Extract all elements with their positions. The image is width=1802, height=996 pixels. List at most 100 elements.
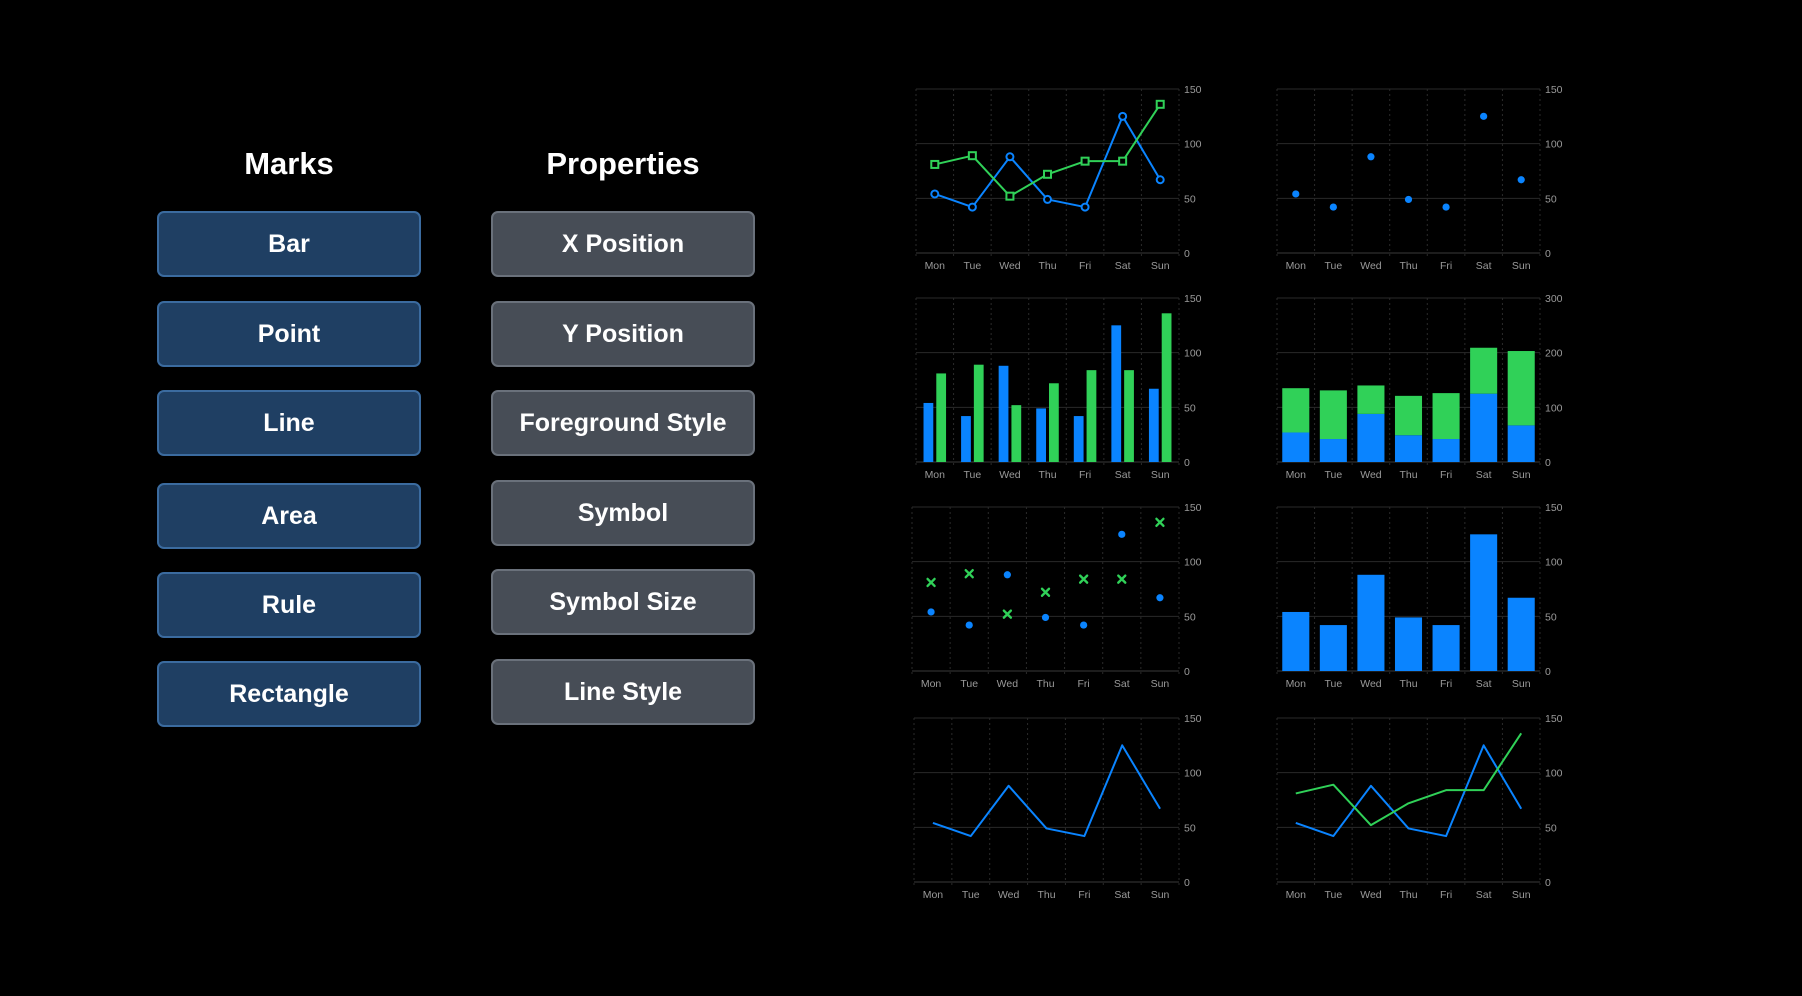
point: [1080, 621, 1088, 629]
x-tick-label: Thu: [1036, 678, 1054, 690]
y-tick-label: 150: [1184, 713, 1202, 725]
y-tick-label: 50: [1545, 193, 1557, 205]
point: [1043, 194, 1052, 204]
x-tick-label: Sat: [1476, 260, 1492, 272]
x-tick-label: Sun: [1512, 260, 1531, 272]
mark-area-button[interactable]: Area: [157, 483, 421, 549]
point: [1040, 587, 1051, 597]
property-foreground-style-button[interactable]: Foreground Style: [491, 390, 755, 456]
chart-bar-stacked: 0 100 200 300 Mon Tue Wed Thu Fri Sat Sun: [1276, 293, 1563, 481]
x-tick-label: Mon: [925, 469, 946, 481]
mark-line-button[interactable]: Line: [157, 390, 421, 456]
bar: [1124, 370, 1134, 462]
y-tick-label: 100: [1184, 557, 1202, 569]
bar: [1049, 383, 1059, 462]
y-tick-label: 150: [1184, 293, 1202, 305]
y-tick-label: 0: [1545, 877, 1551, 889]
point: [1043, 169, 1052, 179]
point: [1041, 613, 1050, 622]
x-tick-label: Tue: [960, 678, 978, 690]
point: [1118, 111, 1128, 121]
y-tick-label: 100: [1545, 768, 1563, 780]
bar: [1432, 625, 1460, 671]
point: [926, 577, 936, 588]
point: [1118, 530, 1126, 538]
point: [965, 621, 973, 629]
x-tick-label: Thu: [1037, 889, 1055, 901]
x-tick-label: Sat: [1476, 889, 1492, 901]
mark-rectangle-button[interactable]: Rectangle: [157, 661, 421, 727]
bar: [1470, 393, 1498, 462]
x-tick-label: Thu: [1038, 260, 1056, 272]
x-tick-label: Sat: [1476, 678, 1492, 690]
x-tick-label: Thu: [1399, 469, 1417, 481]
point: [1117, 574, 1127, 584]
y-tick-label: 0: [1545, 457, 1551, 469]
properties-heading: Properties: [546, 146, 700, 181]
y-tick-label: 150: [1184, 502, 1202, 514]
chart-bar-single-series: 0 50 100 150 Mon Tue Wed Thu Fri Sat Sun: [1276, 502, 1563, 690]
mark-point-button[interactable]: Point: [157, 301, 421, 367]
x-tick-label: Fri: [1079, 469, 1091, 481]
y-tick-label: 150: [1545, 713, 1563, 725]
bar: [1357, 413, 1385, 462]
x-tick-label: Fri: [1440, 469, 1452, 481]
property-x-position-button[interactable]: X Position: [491, 211, 755, 277]
x-tick-label: Fri: [1078, 678, 1090, 690]
x-tick-label: Fri: [1440, 889, 1452, 901]
chart-bar-grouped: 0 50 100 150 Mon Tue Wed Thu Fri Sat Sun: [915, 293, 1202, 481]
bar: [1357, 385, 1385, 414]
y-tick-label: 50: [1184, 193, 1196, 205]
x-tick-label: Wed: [997, 678, 1019, 690]
x-tick-label: Wed: [998, 889, 1020, 901]
y-tick-label: 150: [1545, 502, 1563, 514]
x-tick-label: Mon: [923, 889, 944, 901]
y-tick-label: 150: [1184, 84, 1202, 96]
bar: [1507, 351, 1535, 426]
x-tick-label: Mon: [921, 678, 942, 690]
bar: [1319, 390, 1347, 440]
chart-line-two-series-with-symbols: 0 50 100 150 Mon Tue Wed Thu Fri Sat Sun: [915, 84, 1202, 272]
y-tick-label: 100: [1545, 402, 1563, 414]
y-tick-label: 300: [1545, 293, 1563, 305]
y-tick-label: 50: [1545, 822, 1557, 834]
bar: [1432, 393, 1460, 440]
point: [1367, 153, 1375, 161]
bar: [1036, 408, 1046, 462]
bar: [1148, 388, 1159, 462]
x-tick-label: Sat: [1115, 469, 1131, 481]
y-tick-label: 200: [1545, 348, 1563, 360]
property-symbol-size-button[interactable]: Symbol Size: [491, 569, 755, 635]
mark-rule-button[interactable]: Rule: [157, 572, 421, 638]
series-line: [1295, 744, 1523, 838]
x-tick-label: Fri: [1079, 260, 1091, 272]
y-tick-label: 100: [1545, 139, 1563, 151]
mark-bar-button[interactable]: Bar: [157, 211, 421, 277]
property-y-position-button[interactable]: Y Position: [491, 301, 755, 367]
x-tick-label: Tue: [1324, 469, 1342, 481]
y-tick-label: 0: [1545, 666, 1551, 678]
point: [964, 568, 974, 579]
point: [1517, 176, 1525, 184]
bar: [1086, 370, 1097, 462]
bar: [1394, 395, 1423, 436]
point: [1155, 99, 1165, 109]
point: [1329, 203, 1337, 211]
x-tick-label: Wed: [999, 469, 1021, 481]
x-tick-label: Mon: [1286, 889, 1307, 901]
y-tick-label: 50: [1184, 822, 1196, 834]
x-tick-label: Fri: [1440, 260, 1452, 272]
y-tick-label: 100: [1184, 768, 1202, 780]
y-tick-label: 50: [1184, 402, 1196, 414]
property-symbol-button[interactable]: Symbol: [491, 480, 755, 546]
point: [967, 202, 977, 212]
y-tick-label: 150: [1545, 84, 1563, 96]
x-tick-label: Sun: [1512, 469, 1531, 481]
series-line: [1295, 732, 1523, 827]
property-line-style-button[interactable]: Line Style: [491, 659, 755, 725]
bar: [1111, 325, 1122, 462]
point: [927, 608, 935, 616]
x-tick-label: Wed: [1360, 260, 1382, 272]
y-tick-label: 0: [1184, 877, 1190, 889]
bar: [1319, 439, 1347, 462]
